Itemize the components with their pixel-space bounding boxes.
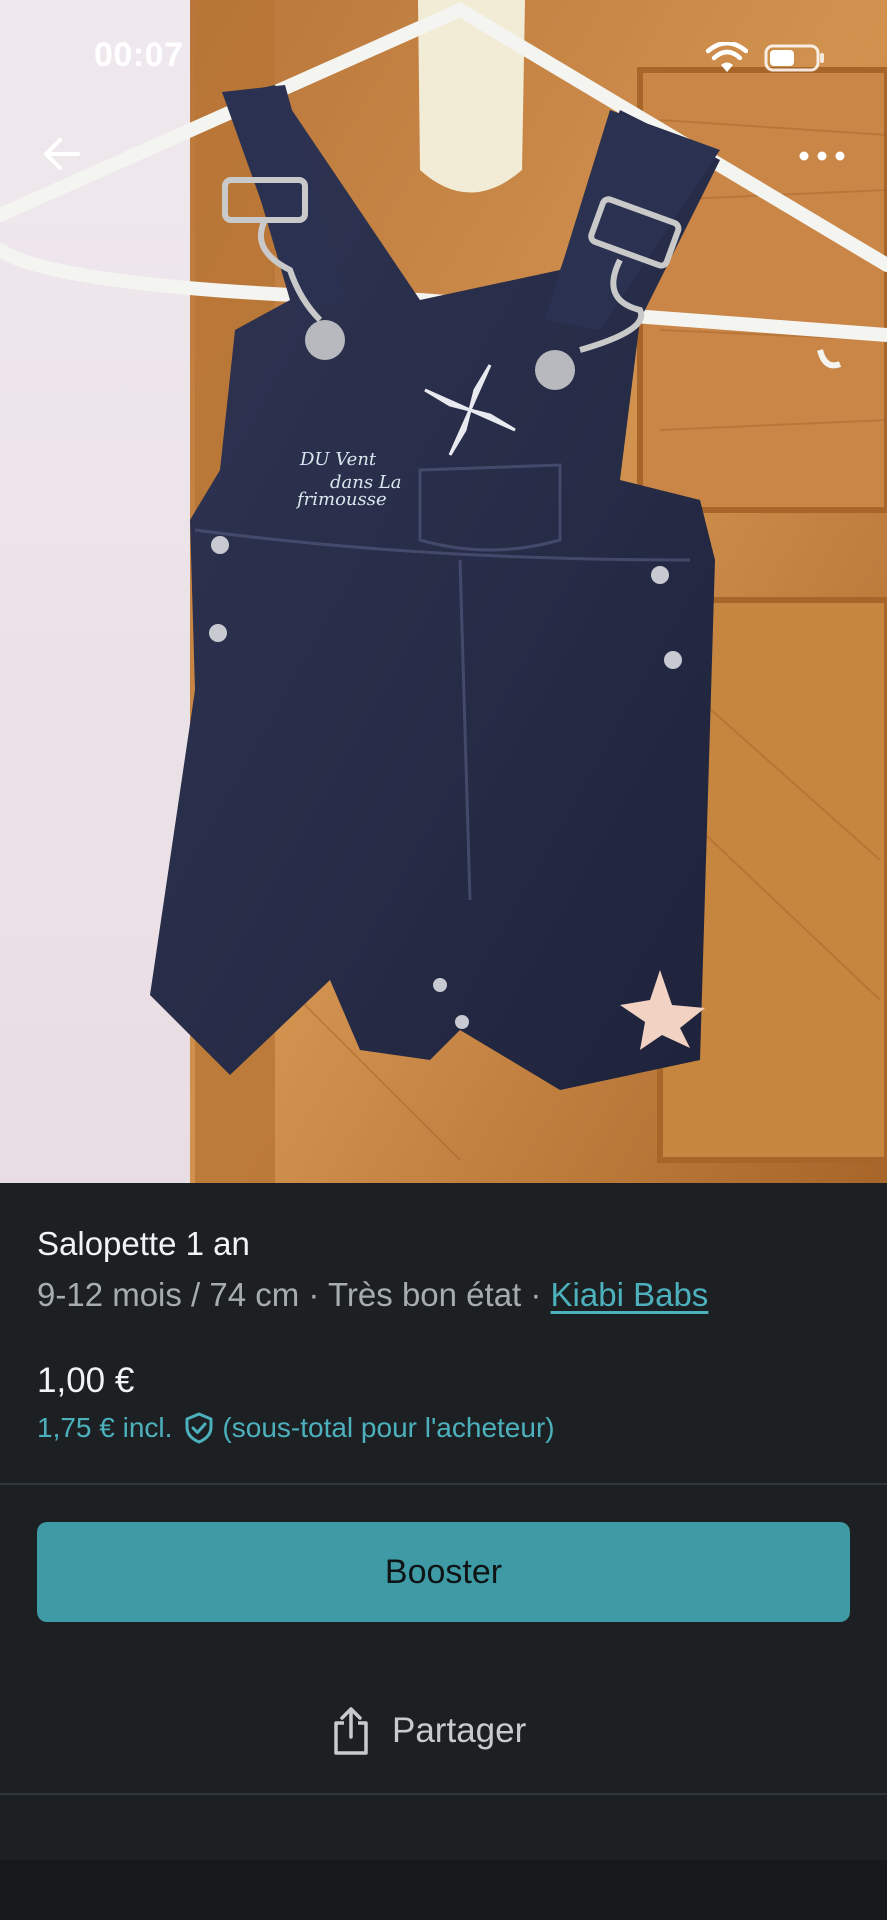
shield-check-icon [185,1412,213,1444]
booster-button[interactable]: Booster [37,1522,850,1622]
share-icon [334,1707,368,1755]
item-details: 9-12 mois / 74 cm · Très bon état · Kiab… [37,1276,708,1314]
bottom-bar [0,1860,887,1920]
price-incl-note: (sous-total pour l'acheteur) [222,1412,555,1443]
embroidery-text-1: DU Vent [299,449,377,470]
separator: · [299,1276,328,1313]
separator: · [521,1276,551,1313]
status-time: 00:07 [94,36,184,74]
item-price: 1,00 € [37,1361,135,1400]
more-options-button[interactable] [790,124,854,188]
share-button[interactable]: Partager [330,1696,526,1766]
battery-icon [764,44,824,72]
photo-illustration: DU Vent dans La frimousse [0,0,887,1183]
item-title: Salopette 1 an [37,1225,250,1262]
brand-link[interactable]: Kiabi Babs [551,1276,709,1313]
status-bar: 00:07 [0,0,887,110]
share-label: Partager [392,1711,527,1750]
arrow-left-icon [44,138,80,170]
buyer-protection-price[interactable]: 1,75 € incl. (sous-total pour l'acheteur… [37,1411,555,1445]
item-photo[interactable]: DU Vent dans La frimousse 00:07 [0,0,887,1183]
price-incl-value: 1,75 € incl. [37,1412,173,1443]
more-horizontal-icon [799,151,845,161]
divider [0,1483,887,1485]
item-size: 9-12 mois / 74 cm [37,1276,300,1313]
wifi-icon [706,42,748,72]
back-button[interactable] [30,122,94,186]
divider [0,1793,887,1795]
item-condition: Très bon état [328,1276,522,1313]
embroidery-text-3: frimousse [295,489,387,510]
